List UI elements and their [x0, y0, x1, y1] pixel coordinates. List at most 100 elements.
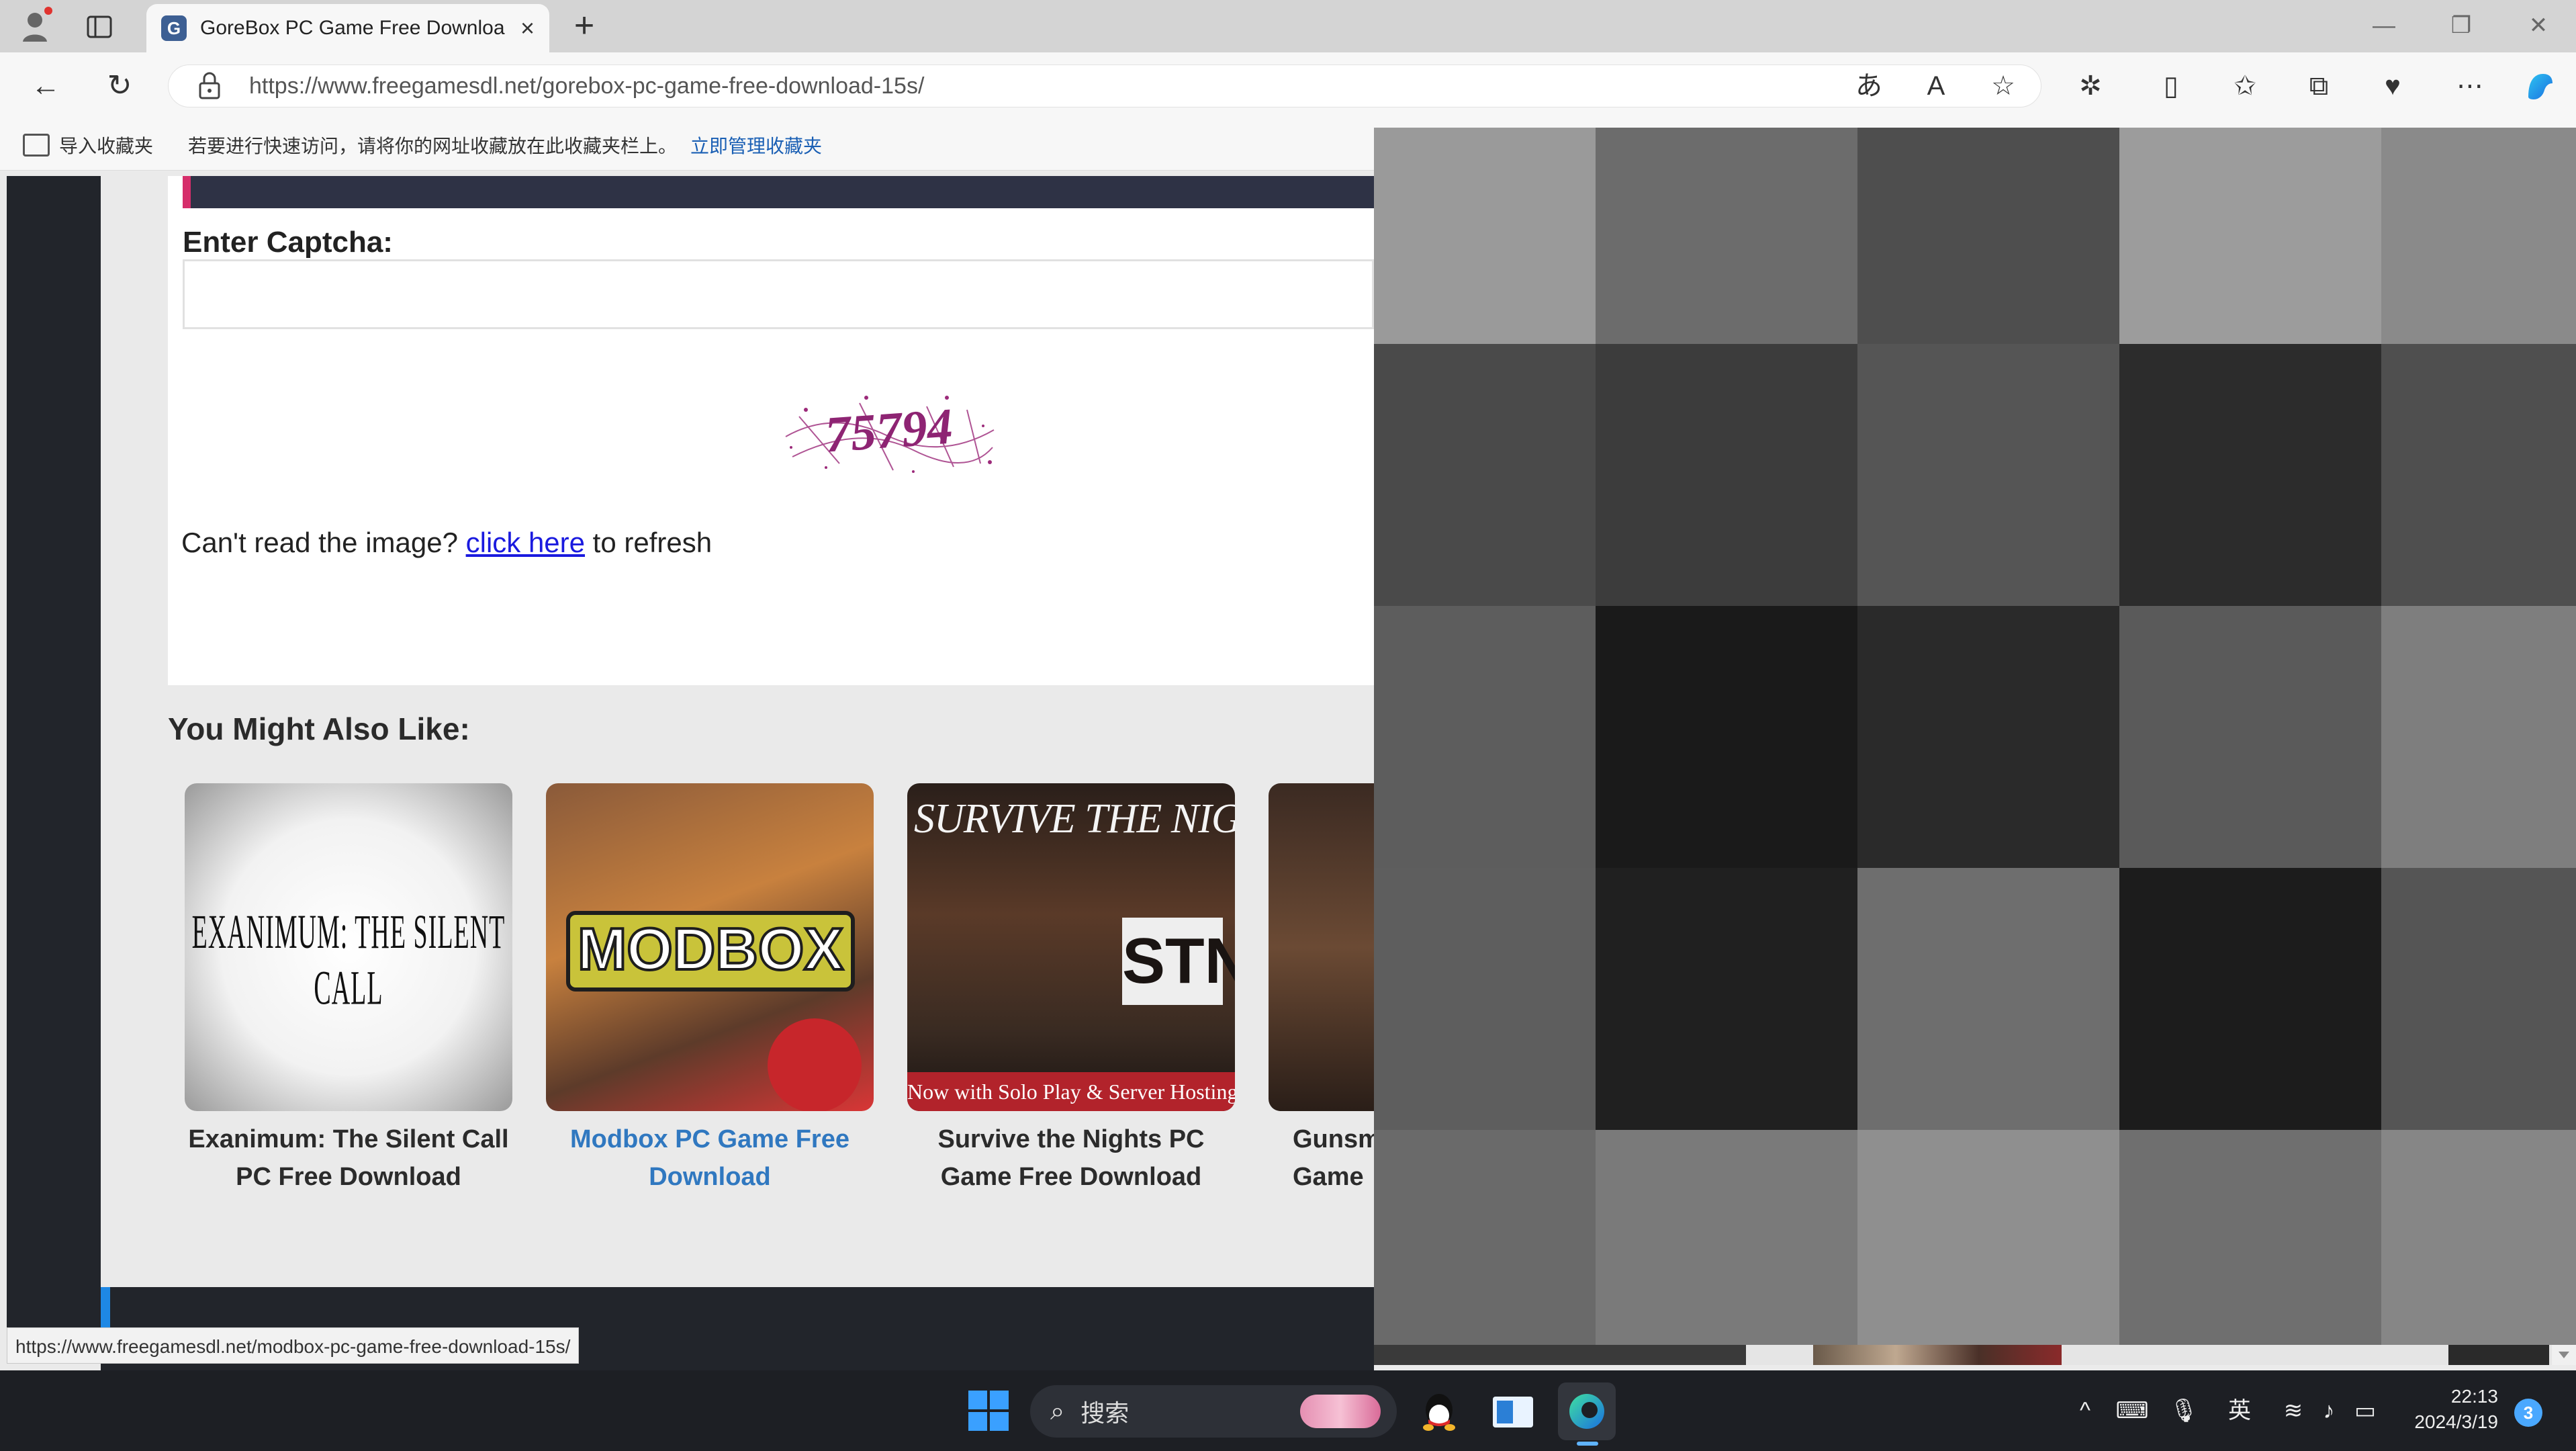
keyboard-icon[interactable]: ⌨ [2115, 1391, 2149, 1431]
tab-title: GoreBox PC Game Free Downloa [200, 17, 505, 39]
game-title-exanimum[interactable]: Exanimum: The Silent Call PC Free Downlo… [174, 1120, 523, 1196]
status-bar-url: https://www.freegamesdl.net/modbox-pc-ga… [7, 1327, 580, 1364]
mosaic-cell [2119, 1130, 2381, 1345]
captcha-input[interactable] [183, 259, 1374, 329]
tray-overflow-icon[interactable]: ^ [2072, 1391, 2099, 1431]
search-icon: ⌕ [1050, 1397, 1065, 1425]
mosaic-cell [1374, 128, 1596, 344]
thumb-badge-stn: STN [1122, 918, 1235, 1005]
game-title-line: Game Free Download [940, 1163, 1202, 1191]
mosaic-cell [1374, 1130, 1596, 1345]
active-app-indicator [1577, 1442, 1598, 1446]
favorite-star-icon[interactable]: ☆ [1984, 67, 2022, 105]
input-method-label[interactable]: 英 [2223, 1391, 2256, 1431]
tab-active[interactable]: G GoreBox PC Game Free Downloa × [146, 4, 549, 52]
captcha-code: 75794 [823, 398, 954, 464]
favorites-icon[interactable]: ✩ [2226, 67, 2264, 105]
start-icon[interactable] [967, 1389, 1010, 1432]
game-title-survive-the-nights[interactable]: Survive the Nights PC Game Free Download [896, 1120, 1246, 1196]
close-window-button[interactable]: ✕ [2508, 5, 2569, 46]
mosaic-cell [1857, 868, 2119, 1130]
mosaic-cell [2119, 868, 2381, 1130]
address-bar[interactable]: https://www.freegamesdl.net/gorebox-pc-g… [168, 64, 2041, 107]
battery-icon[interactable]: ▭ [2350, 1391, 2380, 1431]
new-tab-button[interactable]: + [564, 5, 604, 46]
wifi-icon[interactable]: ≋ [2276, 1391, 2310, 1431]
tab-close-icon[interactable]: × [520, 14, 535, 42]
browser-essentials-icon[interactable]: ♥ [2374, 67, 2411, 105]
read-aloud-icon[interactable]: A [1917, 67, 1955, 105]
mosaic-cell [1596, 128, 1857, 344]
microphone-icon[interactable]: 🎙 [2169, 1391, 2199, 1431]
game-title-line: Download [649, 1163, 771, 1191]
mosaic-cell [2381, 128, 2576, 344]
workspaces-icon[interactable] [86, 13, 113, 40]
import-favorites-button[interactable]: 导入收藏夹 [23, 132, 153, 159]
mosaic-cell [2119, 606, 2381, 868]
game-thumbnail-modbox[interactable]: MODBOX [546, 783, 874, 1111]
profile-icon[interactable] [20, 5, 54, 46]
manage-favorites-link[interactable]: 立即管理收藏夹 [690, 132, 822, 159]
page-left-sidebar [7, 176, 101, 1357]
game-title-modbox[interactable]: Modbox PC Game Free Download [535, 1120, 884, 1196]
mosaic-cell [1596, 606, 1857, 868]
mosaic-cell [2119, 344, 2381, 606]
edge-browser-icon[interactable] [1558, 1382, 1616, 1440]
clock-time: 22:13 [2450, 1386, 2498, 1407]
mosaic-cell [1374, 606, 1596, 868]
translate-icon[interactable]: あ [1850, 67, 1888, 105]
footer-accent [101, 1287, 110, 1327]
game-title-line: Game [1293, 1163, 1364, 1191]
captcha-refresh-suffix: to refresh [585, 527, 712, 558]
download-header-strip [183, 176, 1374, 208]
qq-app-icon[interactable] [1410, 1382, 1468, 1440]
volume-icon[interactable]: ♪ [2314, 1391, 2344, 1431]
mosaic-cell [1857, 606, 2119, 868]
taskbar-search[interactable]: ⌕ 搜索 [1030, 1385, 1397, 1438]
game-title-line: Gunsm [1293, 1125, 1374, 1153]
scrollbar-down-arrow[interactable] [2552, 1345, 2576, 1365]
game-title-line: Survive the Nights PC [937, 1125, 1205, 1153]
system-clock[interactable]: 22:13 2024/3/19 [2397, 1384, 2498, 1435]
mosaic-cell [1596, 344, 1857, 606]
extensions-icon[interactable]: ✲ [2072, 67, 2109, 105]
mosaic-cell [1857, 1130, 2119, 1345]
favorites-hint: 若要进行快速访问，请将你的网址收藏放在此收藏夹栏上。 [188, 135, 678, 157]
pixelated-overlay [1374, 128, 2576, 1345]
game-thumbnail-exanimum[interactable]: EXANIMUM: THE SILENT CALL [185, 783, 512, 1111]
game-thumbnail-survive-the-nights[interactable]: SURVIVE THE NIGHTS STN Now with Solo Pla… [907, 783, 1235, 1111]
game-title-line: PC Free Download [236, 1163, 461, 1191]
thumb-caption-survive: Now with Solo Play & Server Hosting [907, 1072, 1235, 1111]
captcha-label: Enter Captcha: [183, 226, 393, 259]
thumb-title-modbox: MODBOX [576, 914, 845, 983]
game-title-gunsmith[interactable]: Gunsm Game [1273, 1120, 1374, 1196]
mosaic-cell [2119, 128, 2381, 344]
split-screen-icon[interactable]: ▯ [2152, 67, 2190, 105]
captcha-refresh-prefix: Can't read the image? [181, 527, 466, 558]
game-title-line: Modbox PC Game Free [570, 1125, 849, 1153]
mosaic-cell [1857, 344, 2119, 606]
more-menu-icon[interactable]: ⋯ [2451, 67, 2489, 105]
mosaic-cell [2381, 868, 2576, 1130]
thumb-title-survive: SURVIVE THE NIGHTS [914, 796, 1235, 842]
minimize-button[interactable]: — [2354, 5, 2414, 46]
thumb-title-exanimum: EXANIMUM: THE SILENT CALL [191, 906, 506, 1016]
search-highlight-icon [1300, 1395, 1381, 1428]
copilot-icon[interactable] [2522, 67, 2559, 105]
back-icon[interactable]: ← [27, 67, 64, 105]
refresh-icon[interactable]: ↻ [101, 67, 138, 105]
restore-button[interactable]: ❐ [2431, 5, 2491, 46]
import-icon [23, 133, 50, 157]
mosaic-cell [1374, 868, 1596, 1130]
mosaic-cell [1596, 1130, 1857, 1345]
game-thumbnail-gunsmith[interactable] [1269, 783, 1374, 1111]
collections-icon[interactable]: ⧉ [2300, 67, 2338, 105]
file-explorer-icon[interactable] [1484, 1382, 1542, 1440]
page-bottom-strip [1374, 1345, 2576, 1365]
captcha-refresh-link[interactable]: click here [466, 527, 585, 558]
mosaic-cell [1374, 344, 1596, 606]
lock-icon[interactable] [196, 70, 223, 101]
captcha-refresh-text: Can't read the image? click here to refr… [181, 527, 712, 559]
notification-badge[interactable]: 3 [2514, 1399, 2542, 1427]
mosaic-cell [1857, 128, 2119, 344]
